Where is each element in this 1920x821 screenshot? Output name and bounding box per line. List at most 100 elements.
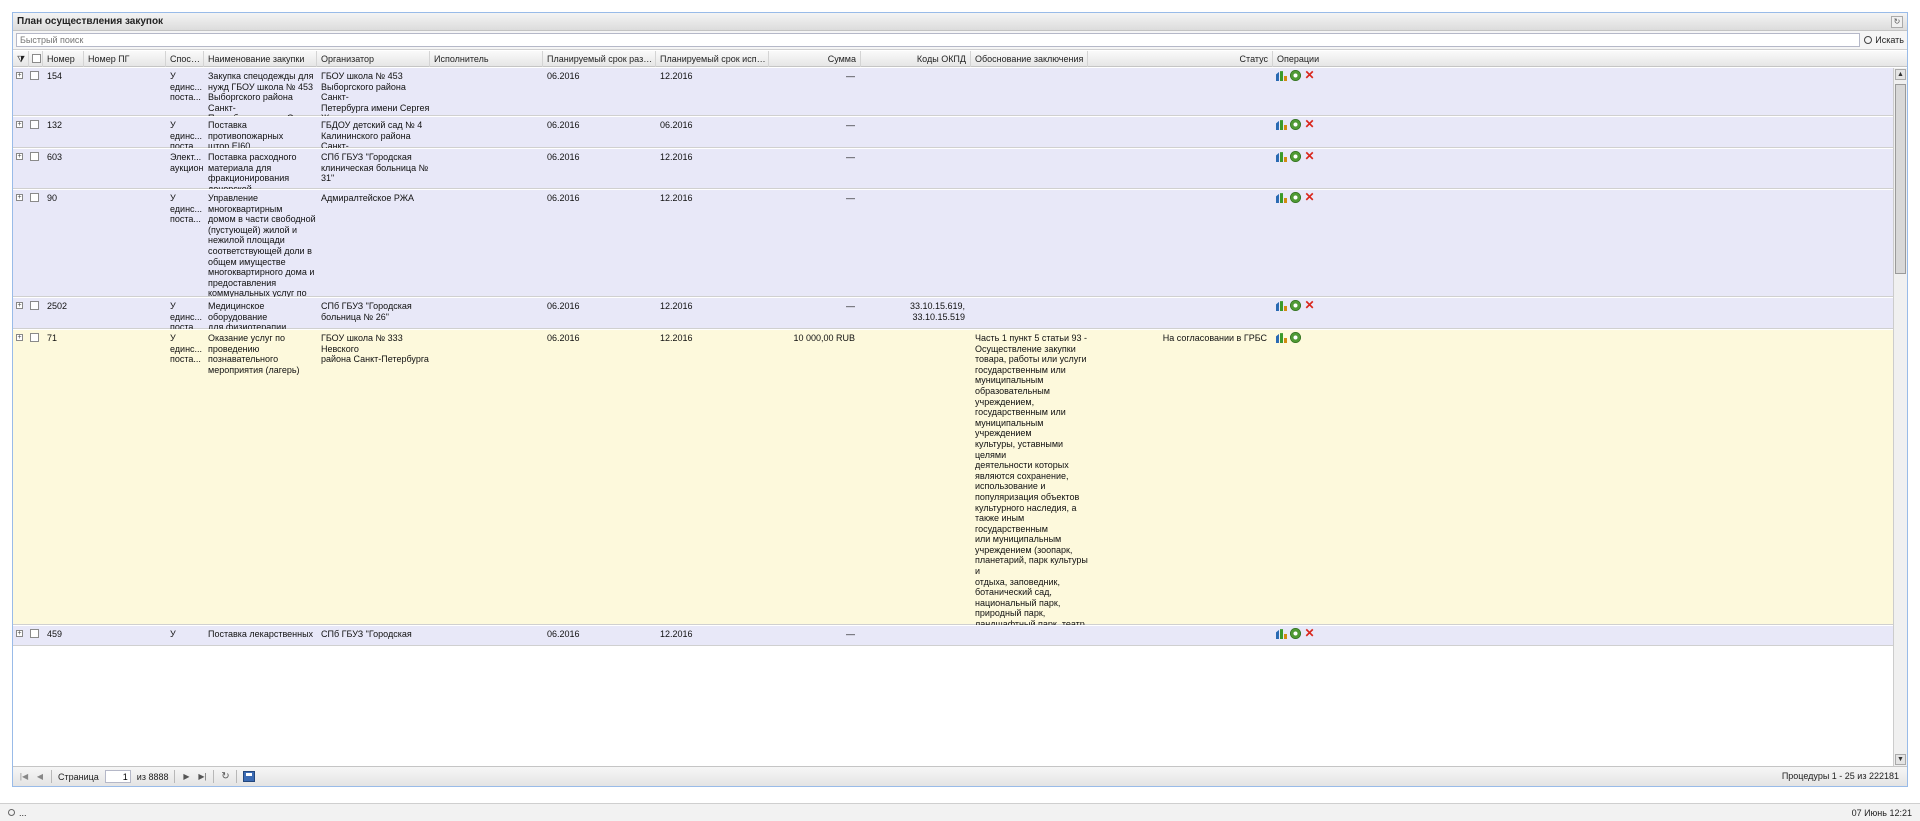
- settings-icon[interactable]: [1290, 70, 1301, 81]
- quick-search-input[interactable]: [16, 33, 1861, 47]
- col-placement-term[interactable]: Планируемый срок размещ...: [543, 51, 656, 67]
- cell-placement-term: 06.2016: [547, 193, 580, 203]
- cell-execution-term: 12.2016: [660, 333, 693, 343]
- chart-icon[interactable]: [1276, 629, 1287, 639]
- table-row[interactable]: +154 У единс... поста... Закупка спецодежд…: [13, 68, 1893, 116]
- cell-organizer: ГБОУ школа № 333 Невского района Санкт-П…: [321, 333, 429, 365]
- refresh-icon[interactable]: ↻: [1891, 16, 1903, 28]
- cell-organizer: СПб ГБУЗ "Городская клиническая больница…: [321, 152, 429, 184]
- select-all-checkbox[interactable]: [29, 51, 43, 67]
- delete-icon[interactable]: ✕: [1304, 69, 1315, 81]
- col-execution-term[interactable]: Планируемый срок исполне...: [656, 51, 769, 67]
- col-organizer[interactable]: Организатор: [317, 51, 430, 67]
- cell-okpd: [861, 193, 971, 297]
- next-page-icon[interactable]: ▶: [181, 772, 191, 782]
- delete-icon[interactable]: ✕: [1304, 627, 1315, 639]
- col-justification[interactable]: Обоснование заключения: [971, 51, 1088, 67]
- table-row[interactable]: +2502 У единс... поста... Медицинское обор…: [13, 298, 1893, 329]
- chart-icon[interactable]: [1276, 193, 1287, 203]
- col-pg-number[interactable]: Номер ПГ: [84, 51, 166, 67]
- refresh-icon[interactable]: ↻: [220, 771, 230, 782]
- settings-icon[interactable]: [1290, 332, 1301, 343]
- cell-sum: —: [846, 71, 855, 81]
- last-page-icon[interactable]: ▶|: [197, 772, 207, 782]
- col-name[interactable]: Наименование закупки: [204, 51, 317, 67]
- cell-sum: —: [846, 120, 855, 130]
- cell-okpd: 33.10.15.619, 33.10.15.519: [909, 301, 965, 322]
- cell-executor: [430, 333, 543, 625]
- cell-number: 603: [47, 152, 63, 162]
- settings-icon[interactable]: [1290, 300, 1301, 311]
- col-method[interactable]: Спосо...: [166, 51, 204, 67]
- status-bar: ... 07 Июнь 12:21: [0, 803, 1920, 821]
- row-operations: ✕: [1276, 118, 1315, 130]
- settings-icon[interactable]: [1290, 192, 1301, 203]
- delete-icon[interactable]: ✕: [1304, 118, 1315, 130]
- delete-icon[interactable]: ✕: [1304, 150, 1315, 162]
- expand-row-icon[interactable]: +: [16, 121, 23, 128]
- cell-name: Закупка спецодежды для нужд ГБОУ школа №…: [208, 71, 316, 116]
- expand-row-icon[interactable]: +: [16, 72, 23, 79]
- col-executor[interactable]: Исполнитель: [430, 51, 543, 67]
- settings-icon[interactable]: [1290, 628, 1301, 639]
- col-sum[interactable]: Сумма: [769, 51, 861, 67]
- row-checkbox[interactable]: [30, 71, 39, 80]
- table-row[interactable]: +459 У Поставка лекарственных СПб ГБУЗ "Гор…: [13, 626, 1893, 646]
- table-row[interactable]: +71 У единс... поста... Оказание услуг по …: [13, 330, 1893, 625]
- chart-icon[interactable]: [1276, 71, 1287, 81]
- settings-icon[interactable]: [1290, 151, 1301, 162]
- vertical-scrollbar[interactable]: ▲ ▼: [1893, 68, 1907, 766]
- cell-executor: [430, 629, 543, 646]
- first-page-icon[interactable]: |◀: [19, 772, 29, 782]
- row-operations: ✕: [1276, 150, 1315, 162]
- page-count-label: из 8888: [136, 771, 169, 782]
- chart-icon[interactable]: [1276, 333, 1287, 343]
- cell-justification: [971, 629, 1088, 646]
- expand-row-icon[interactable]: +: [16, 630, 23, 637]
- cell-executor: [430, 71, 543, 116]
- save-icon[interactable]: [243, 771, 256, 782]
- col-number[interactable]: Номер: [43, 51, 84, 67]
- cell-organizer: ГБДОУ детский сад № 4 Калининского район…: [321, 120, 423, 148]
- cell-method: Элект... аукцион: [170, 152, 204, 173]
- search-button[interactable]: Искать: [1864, 35, 1904, 45]
- row-checkbox[interactable]: [30, 120, 39, 129]
- cell-okpd: [861, 629, 971, 646]
- col-status[interactable]: Статус: [1088, 51, 1273, 67]
- grid-header: ⧩ Номер Номер ПГ Спосо... Наименование з…: [13, 51, 1907, 67]
- cell-executor: [430, 193, 543, 297]
- scroll-thumb[interactable]: [1895, 84, 1906, 274]
- prev-page-icon[interactable]: ◀: [35, 772, 45, 782]
- table-row[interactable]: +132 У единс... поста... Поставка противоп…: [13, 117, 1893, 148]
- cell-execution-term: 12.2016: [660, 71, 693, 81]
- filter-icon[interactable]: ⧩: [13, 51, 29, 67]
- expand-row-icon[interactable]: +: [16, 153, 23, 160]
- row-checkbox[interactable]: [30, 152, 39, 161]
- page-number-input[interactable]: [104, 770, 131, 783]
- scroll-up-icon[interactable]: ▲: [1895, 69, 1906, 80]
- cell-sum: —: [846, 629, 855, 639]
- row-checkbox[interactable]: [30, 629, 39, 638]
- delete-icon[interactable]: ✕: [1304, 191, 1315, 203]
- col-operations[interactable]: Операции: [1273, 51, 1895, 67]
- row-checkbox[interactable]: [30, 193, 39, 202]
- delete-icon[interactable]: ✕: [1304, 299, 1315, 311]
- cell-placement-term: 06.2016: [547, 333, 580, 343]
- col-okpd[interactable]: Коды ОКПД: [861, 51, 971, 67]
- expand-row-icon[interactable]: +: [16, 302, 23, 309]
- row-checkbox[interactable]: [30, 301, 39, 310]
- chart-icon[interactable]: [1276, 120, 1287, 130]
- settings-icon[interactable]: [1290, 119, 1301, 130]
- scroll-down-icon[interactable]: ▼: [1895, 754, 1906, 765]
- row-checkbox[interactable]: [30, 333, 39, 342]
- cell-placement-term: 06.2016: [547, 120, 580, 130]
- expand-row-icon[interactable]: +: [16, 334, 23, 341]
- table-row[interactable]: +90 У единс... поста... Управление многокв…: [13, 190, 1893, 297]
- cell-executor: [430, 152, 543, 189]
- expand-row-icon[interactable]: +: [16, 194, 23, 201]
- cell-status: [1088, 120, 1273, 148]
- cell-execution-term: 06.2016: [660, 120, 693, 130]
- table-row[interactable]: +603 Элект... аукцион Поставка расходного …: [13, 149, 1893, 189]
- chart-icon[interactable]: [1276, 301, 1287, 311]
- chart-icon[interactable]: [1276, 152, 1287, 162]
